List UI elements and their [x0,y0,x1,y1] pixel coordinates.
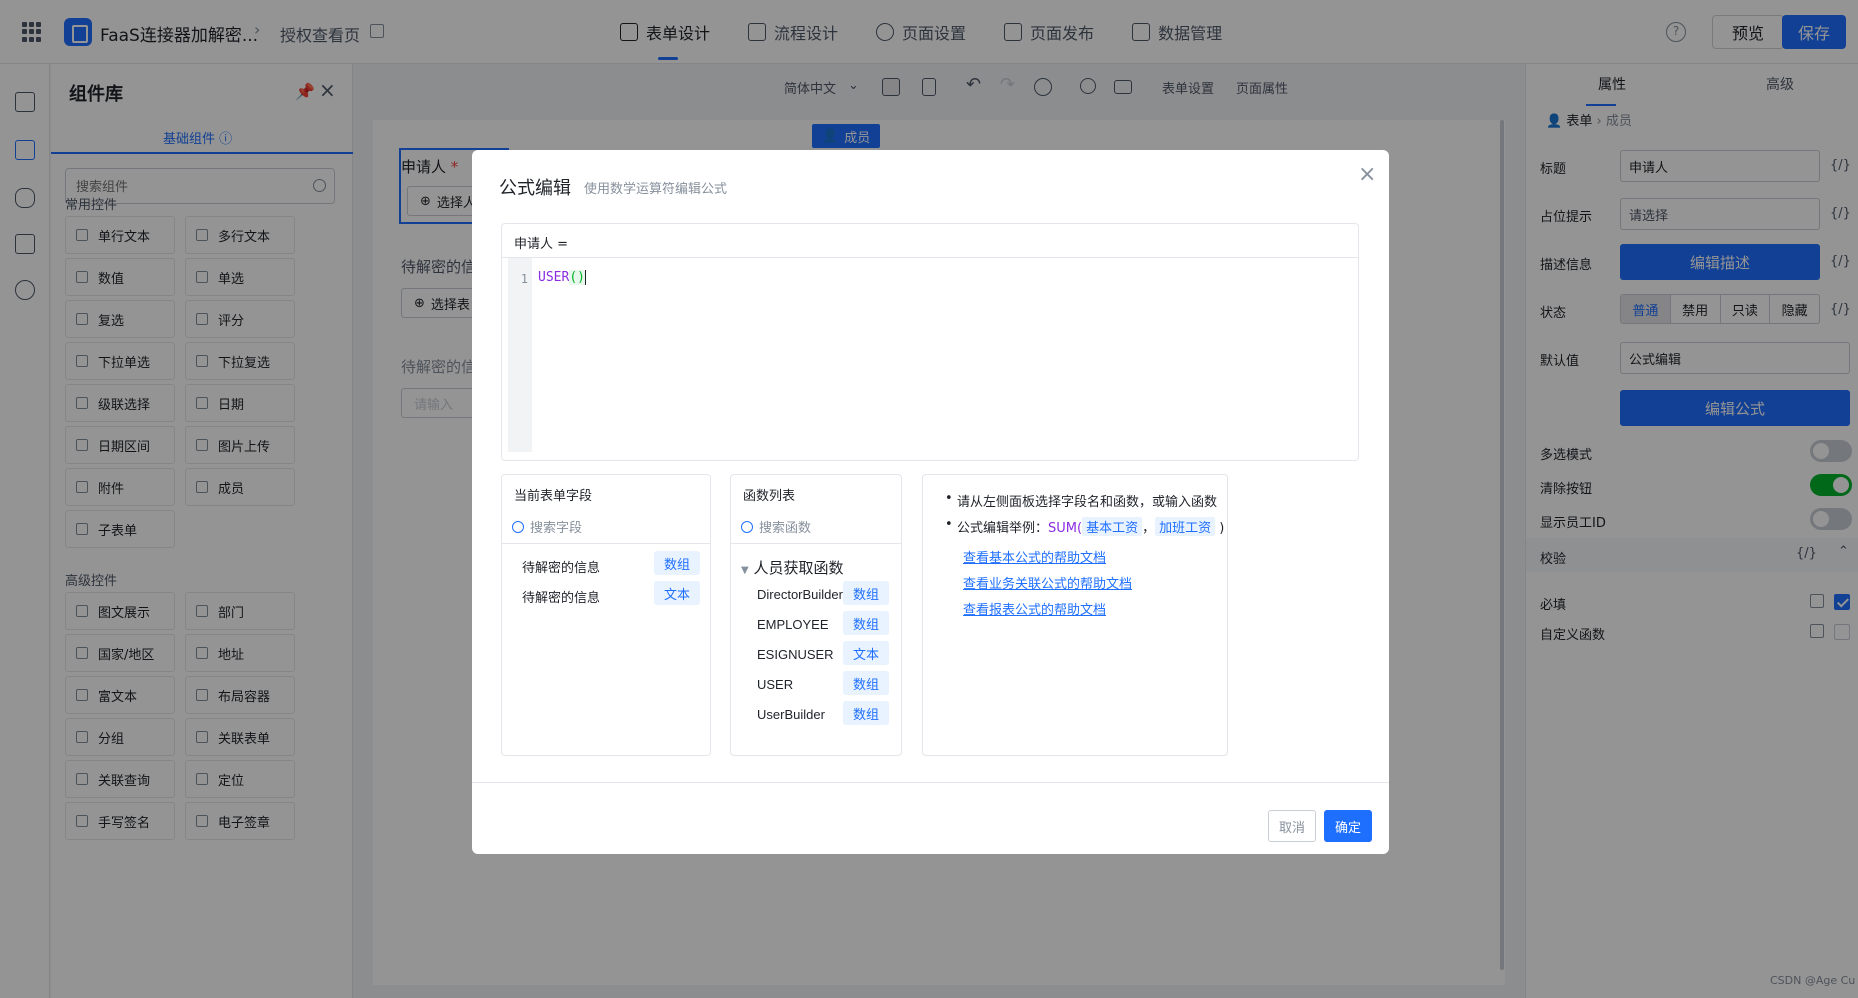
caret-down-icon: ▼ [741,565,749,576]
editor-header: 申请人 = [502,224,1358,258]
type-tag: 数组 [653,551,700,575]
help-link-basic[interactable]: 查看基本公式的帮助文档 [963,547,1106,566]
tip-example: 公式编辑举例：SUM(基本工资，加班工资 ) [945,517,1224,536]
functions-title: 函数列表 [743,489,796,504]
divider [502,543,710,544]
type-tag: 文本 [842,641,889,665]
dialog-subtitle: 使用数学运算符编辑公式 [584,182,728,197]
fields-pane: 当前表单字段 搜索字段 待解密的信息 数组 待解密的信息 文本 [501,474,711,756]
function-item[interactable]: EMPLOYEE [757,617,829,632]
dialog-title: 公式编辑 [499,178,571,199]
help-link-report[interactable]: 查看报表公式的帮助文档 [963,599,1106,618]
dialog-footer-divider [472,782,1389,783]
line-numbers: 1 [508,258,532,452]
form-field-item[interactable]: 待解密的信息 [522,587,600,606]
help-link-business[interactable]: 查看业务关联公式的帮助文档 [963,573,1132,592]
search-icon [512,520,524,533]
formula-editor-dialog: 公式编辑 使用数学运算符编辑公式 × 申请人 = 1 USER() 当前表单字段… [472,150,1389,854]
type-tag: 数组 [842,671,889,695]
confirm-button[interactable]: 确定 [1324,810,1372,842]
type-tag: 文本 [653,581,700,605]
divider [731,543,901,544]
function-item[interactable]: DirectorBuilder [757,587,843,602]
close-icon[interactable]: × [1358,162,1376,187]
fields-title: 当前表单字段 [514,489,593,504]
type-tag: 数组 [842,581,889,605]
cancel-button[interactable]: 取消 [1268,810,1316,842]
function-item[interactable]: UserBuilder [757,707,825,722]
code-line[interactable]: USER() [538,270,586,285]
formula-editor[interactable]: 申请人 = 1 USER() [501,223,1359,461]
form-field-item[interactable]: 待解密的信息 [522,557,600,576]
function-item[interactable]: USER [757,677,793,692]
help-tips: 请从左侧面板选择字段名和函数，或输入函数 公式编辑举例：SUM(基本工资，加班工… [922,474,1228,756]
function-item[interactable]: ESIGNUSER [757,647,834,662]
type-tag: 数组 [842,611,889,635]
function-search[interactable]: 搜索函数 [741,517,811,536]
function-group[interactable]: ▼ 人员获取函数 [741,557,844,578]
type-tag: 数组 [842,701,889,725]
search-icon [741,520,753,533]
tip-select: 请从左侧面板选择字段名和函数，或输入函数 [945,491,1217,510]
functions-pane: 函数列表 搜索函数 ▼ 人员获取函数 DirectorBuilder 数组 EMPL… [730,474,902,756]
field-search[interactable]: 搜索字段 [512,517,582,536]
